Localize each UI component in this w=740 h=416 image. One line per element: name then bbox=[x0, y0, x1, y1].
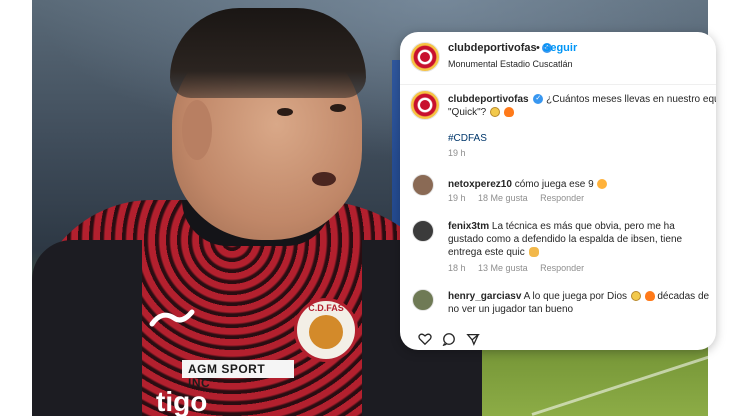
comment-text: A lo que juega por Dios bbox=[523, 291, 628, 302]
follow-button[interactable]: Seguir bbox=[543, 42, 577, 54]
emoji-scream-icon bbox=[630, 291, 641, 302]
player-mouth bbox=[312, 172, 336, 186]
emoji-scream-icon bbox=[490, 107, 501, 118]
player-eye-left bbox=[277, 108, 293, 116]
comment-reply-button[interactable]: Responder bbox=[540, 263, 584, 273]
player-hair bbox=[170, 8, 366, 98]
comment-avatar[interactable] bbox=[412, 220, 434, 242]
instagram-post-card: clubdeportivofas ✓ • Seguir Monumental E… bbox=[400, 32, 716, 350]
emoji-fire-icon bbox=[644, 291, 655, 302]
caption-hashtag[interactable]: #CDFAS bbox=[448, 133, 487, 144]
post-location[interactable]: Monumental Estadio Cuscatlán bbox=[448, 59, 573, 69]
club-crest: C.D.FAS bbox=[294, 298, 358, 362]
comment-username[interactable]: fenix3tm bbox=[448, 221, 489, 232]
comment-item: fenix3tm La técnica es más que obvia, pe… bbox=[448, 220, 710, 259]
comment-likes[interactable]: 13 Me gusta bbox=[478, 263, 528, 273]
comment-item: henry_garciasv A lo que juega por Dios d… bbox=[448, 290, 710, 316]
comment-time: 19 h bbox=[448, 193, 466, 203]
comment-likes[interactable]: 18 Me gusta bbox=[478, 193, 528, 203]
header-divider bbox=[400, 84, 716, 85]
club-crest-text: C.D.FAS bbox=[308, 303, 344, 313]
post-author-username[interactable]: clubdeportivofas bbox=[448, 42, 537, 54]
caption-line-2: "Quick"? bbox=[448, 107, 514, 118]
emoji-fire-icon bbox=[503, 107, 514, 118]
caption-text-1: ¿Cuántos meses llevas en nuestro equipo bbox=[546, 94, 716, 105]
comment-avatar[interactable] bbox=[412, 289, 434, 311]
club-crest-tiger bbox=[309, 315, 343, 349]
comment-avatar[interactable] bbox=[412, 174, 434, 196]
comment-item: netoxperez10 cómo juega ese 9 bbox=[448, 178, 710, 191]
header-separator: • bbox=[536, 42, 540, 54]
caption-author-avatar[interactable] bbox=[410, 90, 440, 120]
comment-time: 18 h bbox=[448, 263, 466, 273]
caption-author-username[interactable]: clubdeportivofas bbox=[448, 94, 529, 105]
verified-badge-icon: ✓ bbox=[533, 94, 544, 105]
jersey-sponsor: AGM SPORT INC bbox=[182, 360, 294, 390]
comment-icon[interactable] bbox=[442, 332, 456, 346]
kit-brand-logo bbox=[148, 306, 196, 330]
jersey-shoulder-left bbox=[32, 240, 142, 416]
comment-meta: 18 h 13 Me gusta Responder bbox=[448, 263, 594, 273]
heart-icon[interactable] bbox=[418, 332, 432, 346]
comment-meta: 19 h 18 Me gusta Responder bbox=[448, 193, 594, 203]
post-author-avatar[interactable] bbox=[410, 42, 440, 72]
comment-username[interactable]: henry_garciasv bbox=[448, 291, 521, 302]
comment-username[interactable]: netoxperez10 bbox=[448, 179, 512, 190]
emoji-star-eyes-icon bbox=[597, 179, 608, 190]
player-eye-right bbox=[330, 104, 346, 112]
comment-reply-button[interactable]: Responder bbox=[540, 193, 584, 203]
caption-text-2: "Quick"? bbox=[448, 107, 487, 118]
caption-line-1: clubdeportivofas ✓ ¿Cuántos meses llevas… bbox=[448, 94, 716, 105]
caption-time: 19 h bbox=[448, 148, 466, 158]
jersey-sponsor-main: tigo bbox=[156, 386, 208, 416]
emoji-clap-icon bbox=[528, 247, 539, 258]
player-ear bbox=[182, 100, 212, 160]
share-icon[interactable] bbox=[466, 332, 480, 346]
comment-text: cómo juega ese 9 bbox=[514, 179, 594, 190]
